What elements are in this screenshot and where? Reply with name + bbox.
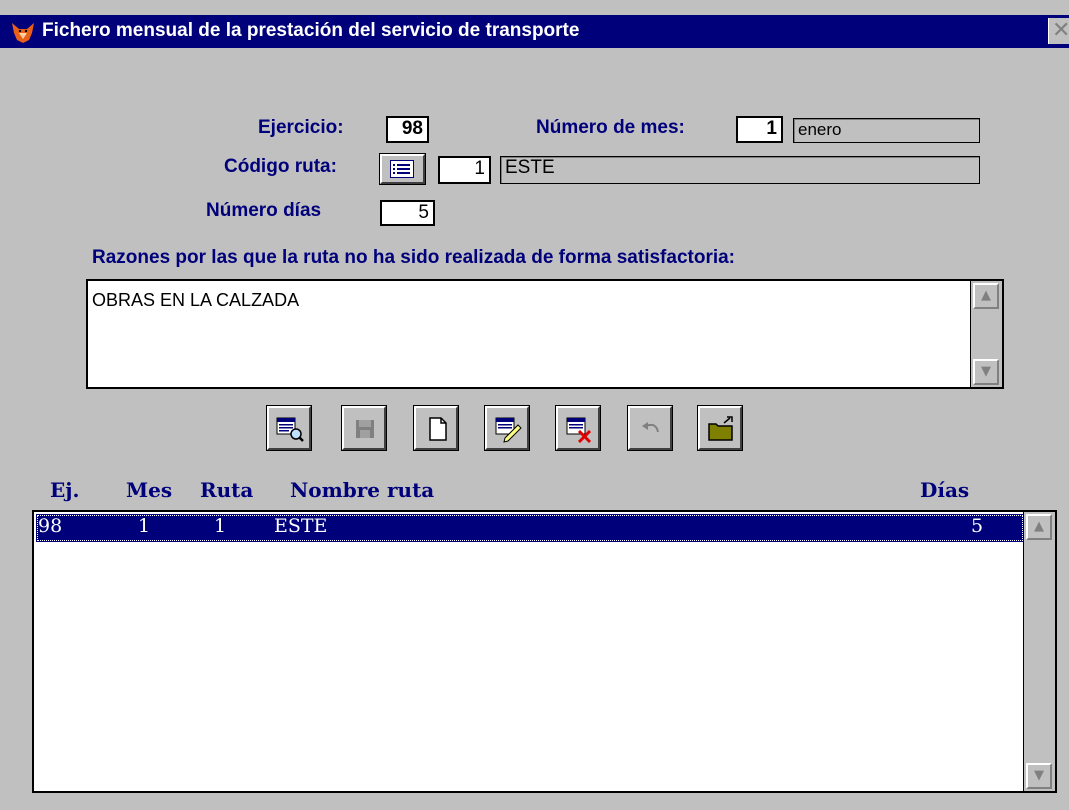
razones-label: Razones por las que la ruta no ha sido r…	[92, 247, 736, 268]
delete-record-icon	[566, 417, 592, 444]
ruta-label: Código ruta:	[224, 156, 337, 177]
table-row[interactable]: 98 1 1 ESTE 5	[36, 514, 1024, 542]
cell-nombre: ESTE	[274, 515, 328, 537]
exit-folder-icon	[708, 416, 733, 441]
records-grid[interactable]: 98 1 1 ESTE 5 ▲ ▼	[32, 510, 1057, 793]
column-ej: Ej.	[50, 478, 80, 502]
cell-dias: 5	[971, 515, 984, 537]
mes-name-field: enero	[793, 118, 980, 143]
fox-app-icon	[10, 19, 36, 45]
razones-scrollbar[interactable]: ▲ ▼	[970, 281, 1002, 387]
main-window: Fichero mensual de la prestación del ser…	[0, 0, 1069, 810]
column-dias: Días	[920, 478, 970, 502]
ruta-lookup-button[interactable]	[379, 153, 426, 185]
dias-label: Número días	[206, 200, 322, 221]
grid-header: Ej. Mes Ruta Nombre ruta Días	[50, 478, 1000, 506]
scroll-down-icon[interactable]: ▼	[973, 359, 999, 385]
ruta-name-field: ESTE	[500, 156, 980, 184]
exit-button[interactable]	[697, 405, 743, 451]
undo-button[interactable]	[627, 405, 673, 451]
column-ruta: Ruta	[200, 478, 254, 502]
ejercicio-field[interactable]: 98	[386, 116, 429, 143]
column-mes: Mes	[126, 478, 173, 502]
delete-button[interactable]	[555, 405, 601, 451]
ejercicio-label: Ejercicio:	[258, 117, 344, 138]
title-bar[interactable]: Fichero mensual de la prestación del ser…	[0, 15, 1069, 48]
list-icon	[390, 160, 414, 178]
save-icon	[356, 420, 374, 438]
undo-icon	[642, 422, 659, 433]
mes-field[interactable]: 1	[736, 116, 783, 143]
column-nombre: Nombre ruta	[290, 478, 435, 502]
edit-button[interactable]	[484, 405, 530, 451]
close-icon: ✕	[1052, 18, 1069, 43]
razones-text: OBRAS EN LA CALZADA	[92, 290, 300, 310]
save-button[interactable]	[341, 405, 387, 451]
search-button[interactable]	[266, 405, 312, 451]
grid-scrollbar[interactable]: ▲ ▼	[1023, 512, 1055, 791]
razones-textarea[interactable]: OBRAS EN LA CALZADA ▲ ▼	[86, 279, 1004, 389]
mes-label: Número de mes:	[536, 117, 685, 138]
scroll-up-icon[interactable]: ▲	[1026, 514, 1052, 540]
cell-mes: 1	[138, 515, 151, 537]
new-document-icon	[429, 417, 447, 441]
ruta-code-field[interactable]: 1	[438, 156, 491, 184]
scroll-up-icon[interactable]: ▲	[973, 283, 999, 309]
new-button[interactable]	[413, 405, 459, 451]
cell-ruta: 1	[214, 515, 227, 537]
close-button[interactable]: ✕	[1048, 18, 1069, 44]
dias-field[interactable]: 5	[380, 200, 435, 226]
edit-record-icon	[495, 417, 522, 443]
window-title: Fichero mensual de la prestación del ser…	[42, 20, 580, 41]
scroll-down-icon[interactable]: ▼	[1026, 763, 1052, 789]
cell-ej: 98	[38, 515, 63, 537]
search-list-icon	[276, 417, 304, 442]
